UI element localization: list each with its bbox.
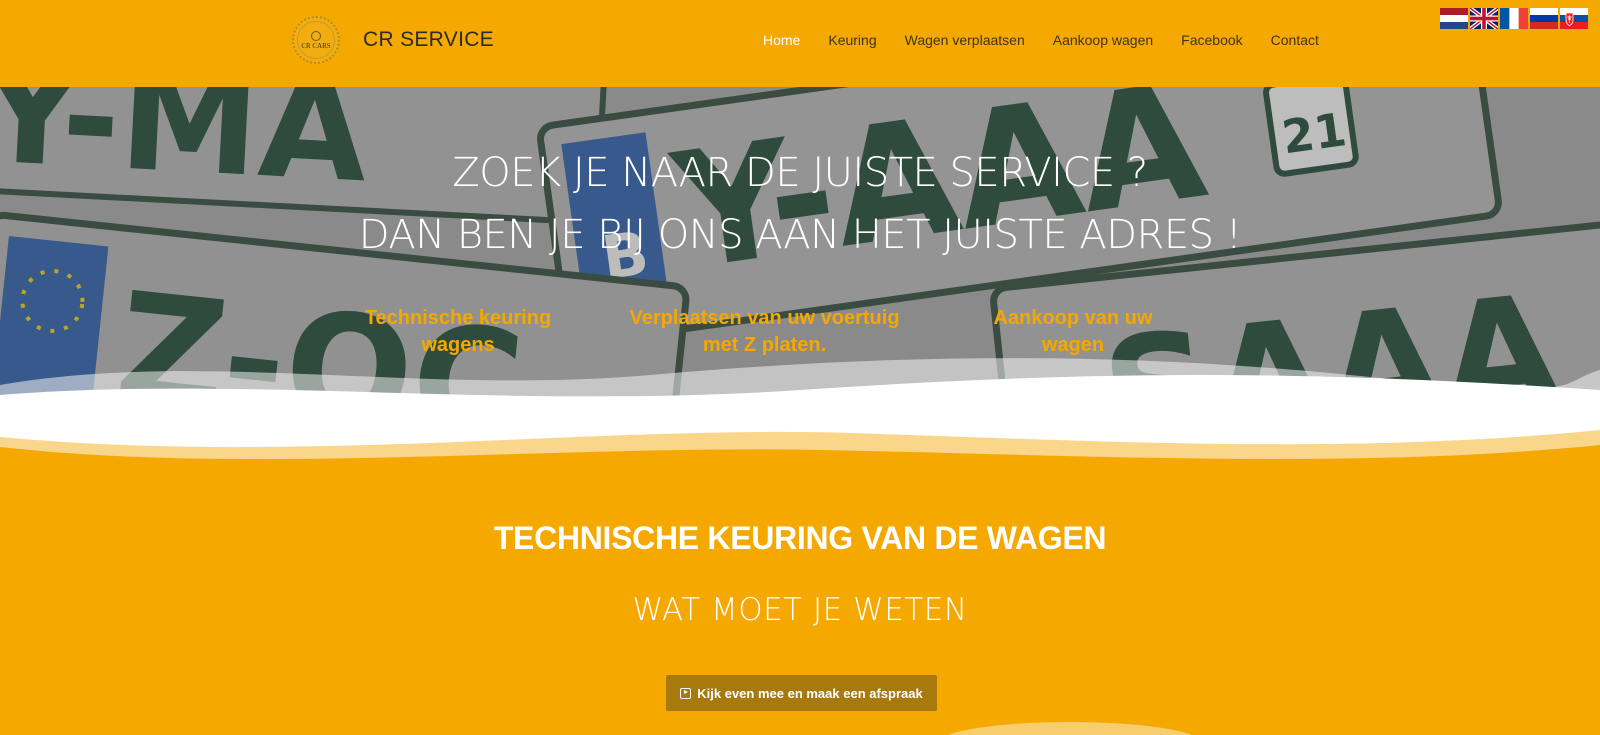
section-title: TECHNISCHE KEURING VAN DE WAGEN bbox=[493, 520, 1107, 556]
site-header: CR CARS CR SERVICE Home Keuring Wagen ve… bbox=[0, 0, 1600, 87]
fr-flag-icon[interactable] bbox=[1500, 8, 1528, 29]
wave-divider bbox=[0, 358, 1600, 485]
logo-mark-icon bbox=[311, 30, 321, 41]
feature-line: Aankoop van uw bbox=[993, 307, 1153, 329]
feature-line: Verplaatsen van uw voertuig bbox=[629, 307, 900, 329]
logo[interactable]: CR CARS bbox=[292, 16, 340, 64]
language-switcher bbox=[1440, 8, 1588, 29]
hero-headline-line2: DAN BEN JE BIJ ONS AAN HET JUISTE ADRES … bbox=[358, 212, 1242, 258]
nav-keuring[interactable]: Keuring bbox=[828, 32, 876, 48]
section-subtitle: WAT MOET JE WETEN bbox=[632, 592, 968, 628]
logo-emblem: CR CARS bbox=[297, 21, 335, 59]
feature-line: Technische keuring bbox=[364, 307, 552, 329]
sk-flag-icon[interactable] bbox=[1560, 8, 1588, 29]
feature-aankoop[interactable]: Aankoop van uw wagen bbox=[968, 305, 1178, 359]
feature-technische-keuring[interactable]: Technische keuring wagens bbox=[344, 305, 572, 359]
play-square-icon bbox=[680, 687, 692, 699]
nav-facebook[interactable]: Facebook bbox=[1181, 32, 1242, 48]
nl-flag-icon[interactable] bbox=[1440, 8, 1468, 29]
nav-aankoop-wagen[interactable]: Aankoop wagen bbox=[1053, 32, 1153, 48]
bottom-wave-shape bbox=[940, 722, 1200, 735]
nav-home[interactable]: Home bbox=[763, 32, 800, 48]
appointment-button-label: Kijk even mee en maak een afspraak bbox=[697, 685, 923, 701]
feature-verplaatsen[interactable]: Verplaatsen van uw voertuig met Z platen… bbox=[608, 305, 921, 359]
nav-contact[interactable]: Contact bbox=[1271, 32, 1319, 48]
nav-wagen-verplaatsen[interactable]: Wagen verplaatsen bbox=[905, 32, 1025, 48]
logo-text: CR CARS bbox=[301, 41, 331, 50]
brand-name[interactable]: CR SERVICE bbox=[363, 28, 494, 52]
hero-headline-line1: ZOEK JE NAAR DE JUISTE SERVICE ? bbox=[452, 150, 1148, 196]
main-nav: Home Keuring Wagen verplaatsen Aankoop w… bbox=[763, 32, 1319, 48]
appointment-button[interactable]: Kijk even mee en maak een afspraak bbox=[666, 675, 937, 711]
uk-flag-icon[interactable] bbox=[1470, 8, 1498, 29]
ru-flag-icon[interactable] bbox=[1530, 8, 1558, 29]
